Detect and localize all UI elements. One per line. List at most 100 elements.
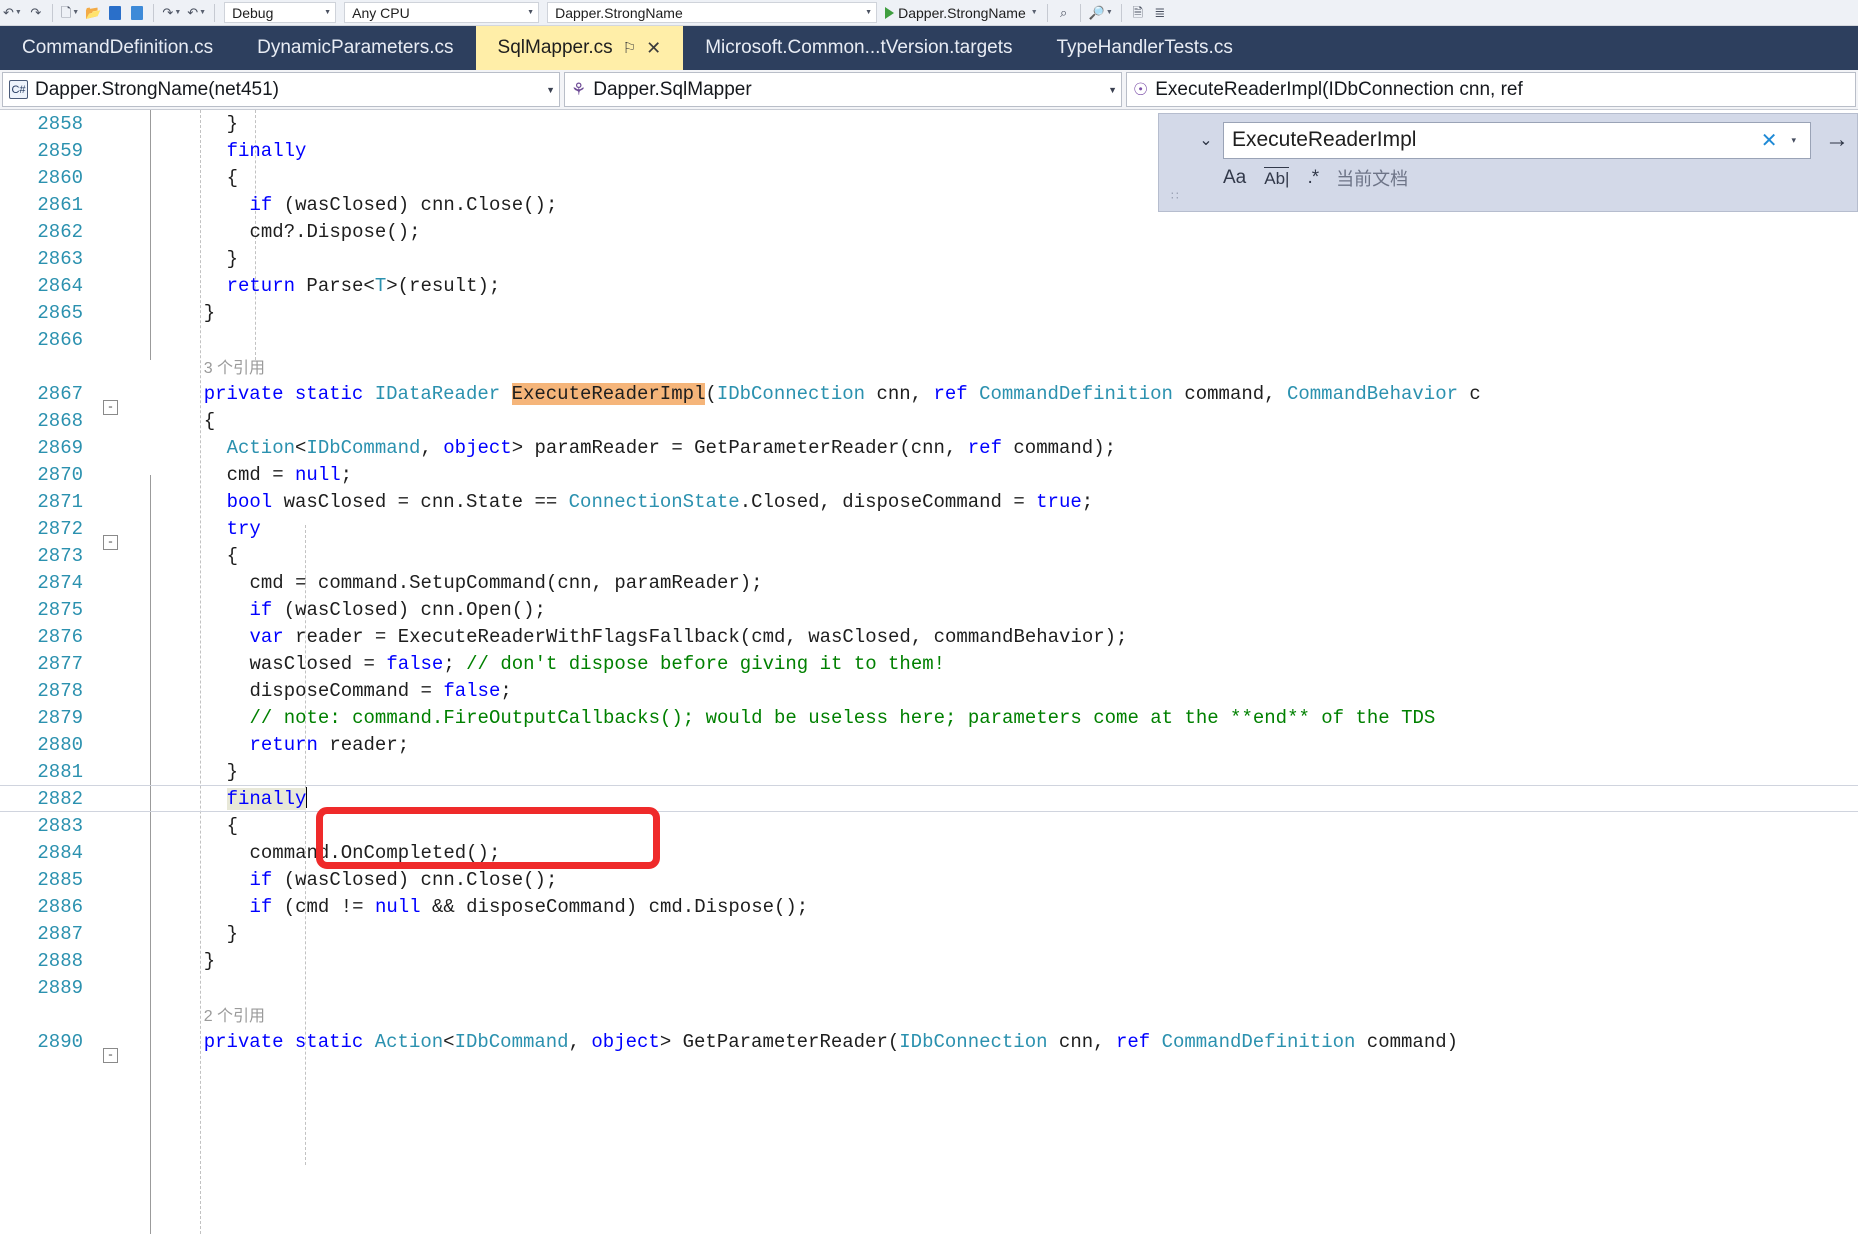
code-line[interactable]: 2880 return reader; [0,731,1858,758]
save-all-icon[interactable] [126,1,148,25]
startup-project-dropdown[interactable]: Dapper.StrongName ▼ [547,2,878,23]
code-line[interactable]: 2889 [0,974,1858,1001]
match-whole-word-icon[interactable]: Ab| [1264,167,1290,189]
nav-back-icon[interactable]: ↶ ▼ [0,1,25,25]
code-line[interactable]: 2870 cmd = null; [0,461,1858,488]
member-dropdown[interactable]: ☉ ExecuteReaderImpl(IDbConnection cnn, r… [1126,72,1856,107]
codelens-references[interactable]: 3 个引用 [204,360,265,377]
code-line[interactable]: 2873 { [0,542,1858,569]
code-line[interactable]: 2868 { [0,407,1858,434]
code-line[interactable]: 2869 Action<IDbCommand, object> paramRead… [0,434,1858,461]
type-dropdown[interactable]: ⚘ Dapper.SqlMapper ▼ [564,72,1122,107]
search-scope-label[interactable]: 当前文档 [1336,165,1408,191]
use-regex-icon[interactable]: .* [1307,167,1319,189]
line-number: 2874 [37,571,83,594]
code-token: wasClosed = [249,652,387,675]
clear-search-icon[interactable]: ✕ [1753,128,1786,153]
find-in-files-icon[interactable]: 🔎 ▼ [1086,1,1116,25]
codelens-row[interactable]: 2 个引用 [0,1001,1858,1028]
find-next-icon[interactable]: → [1817,126,1857,154]
line-number: 2880 [37,733,83,756]
tab-command-definition[interactable]: CommandDefinition.cs [0,26,235,70]
nav-forward-icon[interactable]: ↷ [25,1,47,25]
open-folder-icon[interactable]: 📂 [82,1,104,25]
line-number: 2876 [37,625,83,648]
code-keyword: false [443,679,501,702]
find-input-row: ⌄ ExecuteReaderImpl ✕ ▾ → [1159,114,1857,160]
code-token: >(result); [386,274,501,297]
find-replace-widget[interactable]: ⌄ ExecuteReaderImpl ✕ ▾ → Aa Ab| .* 当前文档… [1158,113,1858,212]
match-case-icon[interactable]: Aa [1223,167,1246,189]
search-history-chevron-icon[interactable]: ▾ [1785,135,1802,146]
code-line[interactable]: 2883 { [0,812,1858,839]
save-icon[interactable] [104,1,126,25]
toolbar-divider-5 [1079,3,1081,22]
code-line[interactable]: 2888} [0,947,1858,974]
line-number: 2889 [37,976,83,999]
code-token: command) [1355,1030,1459,1053]
expand-replace-chevron-icon[interactable]: ⌄ [1189,130,1223,150]
code-line[interactable]: 2887} [0,920,1858,947]
csharp-project-icon: C# [9,80,28,99]
code-line[interactable]: 2885 if (wasClosed) cnn.Close(); [0,866,1858,893]
new-item-icon[interactable]: 🗋 ▼ [58,1,82,25]
code-line[interactable]: 2872- try [0,515,1858,550]
code-line[interactable]: 2865} [0,299,1858,326]
code-type: IDbCommand [306,436,421,459]
pin-icon[interactable]: ⚐ [623,39,636,57]
find-input[interactable]: ExecuteReaderImpl ✕ ▾ [1223,121,1811,159]
code-line[interactable]: 2884 command.OnCompleted(); [0,839,1858,866]
tab-dynamic-parameters[interactable]: DynamicParameters.cs [235,26,475,70]
code-line[interactable]: 2862 cmd?.Dispose(); [0,218,1858,245]
comment-icon[interactable]: 🗎 [1127,1,1149,25]
tab-microsoft-common-targets[interactable]: Microsoft.Common...tVersion.targets [683,26,1034,70]
codelens-references[interactable]: 2 个引用 [204,1008,265,1025]
code-line[interactable]: 2863} [0,245,1858,272]
code-line-container[interactable]: 2858} 2859 finally 2860 {2861 if (wasClosed) … [0,110,1858,1063]
code-token: , [568,1030,592,1053]
resize-grip-icon[interactable]: ∷ [1171,189,1179,203]
codelens-row[interactable]: 3 个引用 [0,353,1858,380]
code-keyword: null [295,463,341,486]
code-token: (wasClosed) cnn.Close(); [272,868,558,891]
code-line[interactable]: 2877 wasClosed = false; // don't dispose … [0,650,1858,677]
redo-icon[interactable]: ↶ ▼ [184,1,209,25]
code-token: (wasClosed) cnn.Close(); [272,193,558,216]
project-dropdown[interactable]: C# Dapper.StrongName(net451) ▼ [2,72,560,107]
run-button[interactable]: Dapper.StrongName ▼ [881,5,1042,21]
code-token: cmd = command.SetupCommand(cnn, paramRea… [249,571,763,594]
tab-sql-mapper[interactable]: SqlMapper.cs ⚐ ✕ [475,26,684,70]
code-keyword: ref [1115,1030,1151,1053]
code-line[interactable]: 2878 disposeCommand = false; [0,677,1858,704]
platform-dropdown[interactable]: Any CPU ▼ [344,2,540,23]
indent-icon[interactable]: ≣ [1149,1,1171,25]
code-line[interactable]: 2881} [0,758,1858,785]
code-line[interactable]: 2882 finally [0,785,1858,812]
code-line[interactable]: 2864 return Parse<T>(result); [0,272,1858,299]
code-line[interactable]: 2879 // note: command.FireOutputCallbacks… [0,704,1858,731]
code-token: ; [500,679,512,702]
close-icon[interactable]: ✕ [646,38,661,59]
code-line[interactable]: 2866 [0,326,1858,353]
quick-launch-icon[interactable]: ⌕ [1053,1,1075,25]
code-line[interactable]: 2886 if (cmd != null && disposeCommand) c… [0,893,1858,920]
platform-value: Any CPU [352,4,410,21]
code-line[interactable]: 2867- private static IDataReader ExecuteR… [0,380,1858,415]
code-token: ; [1081,490,1094,513]
tab-type-handler-tests[interactable]: TypeHandlerTests.cs [1034,26,1254,70]
code-token: && disposeCommand) cmd.Dispose(); [420,895,809,918]
collapse-region-icon[interactable]: - [103,1047,118,1063]
code-line[interactable]: 2874 cmd = command.SetupCommand(cnn, para… [0,569,1858,596]
code-line[interactable]: 2875 if (wasClosed) cnn.Open(); [0,596,1858,623]
undo-icon[interactable]: ↷ ▼ [159,1,184,25]
code-editor[interactable]: 2858} 2859 finally 2860 {2861 if (wasClosed) … [0,110,1858,1234]
configuration-dropdown[interactable]: Debug ▼ [224,2,337,23]
code-line[interactable]: 2876 var reader = ExecuteReaderWithFlagsF… [0,623,1858,650]
code-line[interactable]: 2871 bool wasClosed = cnn.State == Connec… [0,488,1858,515]
code-text: wasClosed = false; // don't dispose befo… [135,653,1858,675]
code-type: CommandBehavior [1286,382,1458,405]
toolbar-divider-3 [214,3,216,22]
code-line[interactable]: 2890 - private static Action<IDbCommand, o… [0,1028,1858,1063]
